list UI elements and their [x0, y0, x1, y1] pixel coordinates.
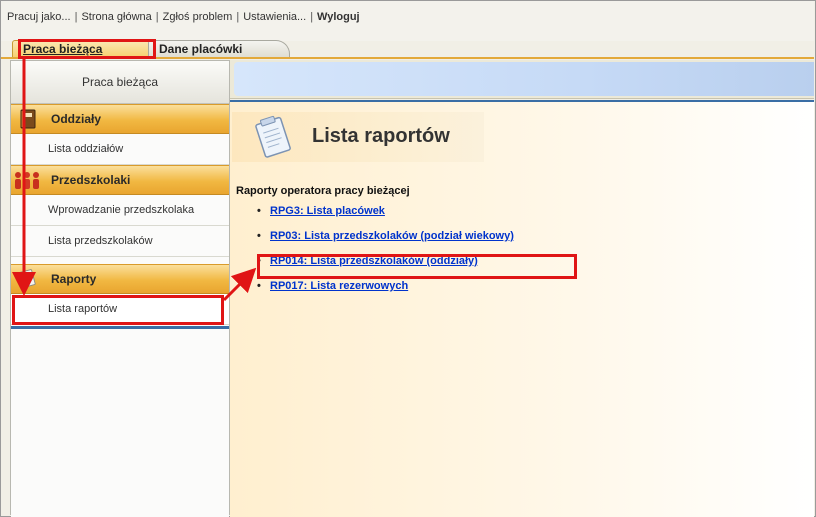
annotation-arrows	[12, 59, 257, 302]
arrow-diagonal	[222, 267, 257, 302]
